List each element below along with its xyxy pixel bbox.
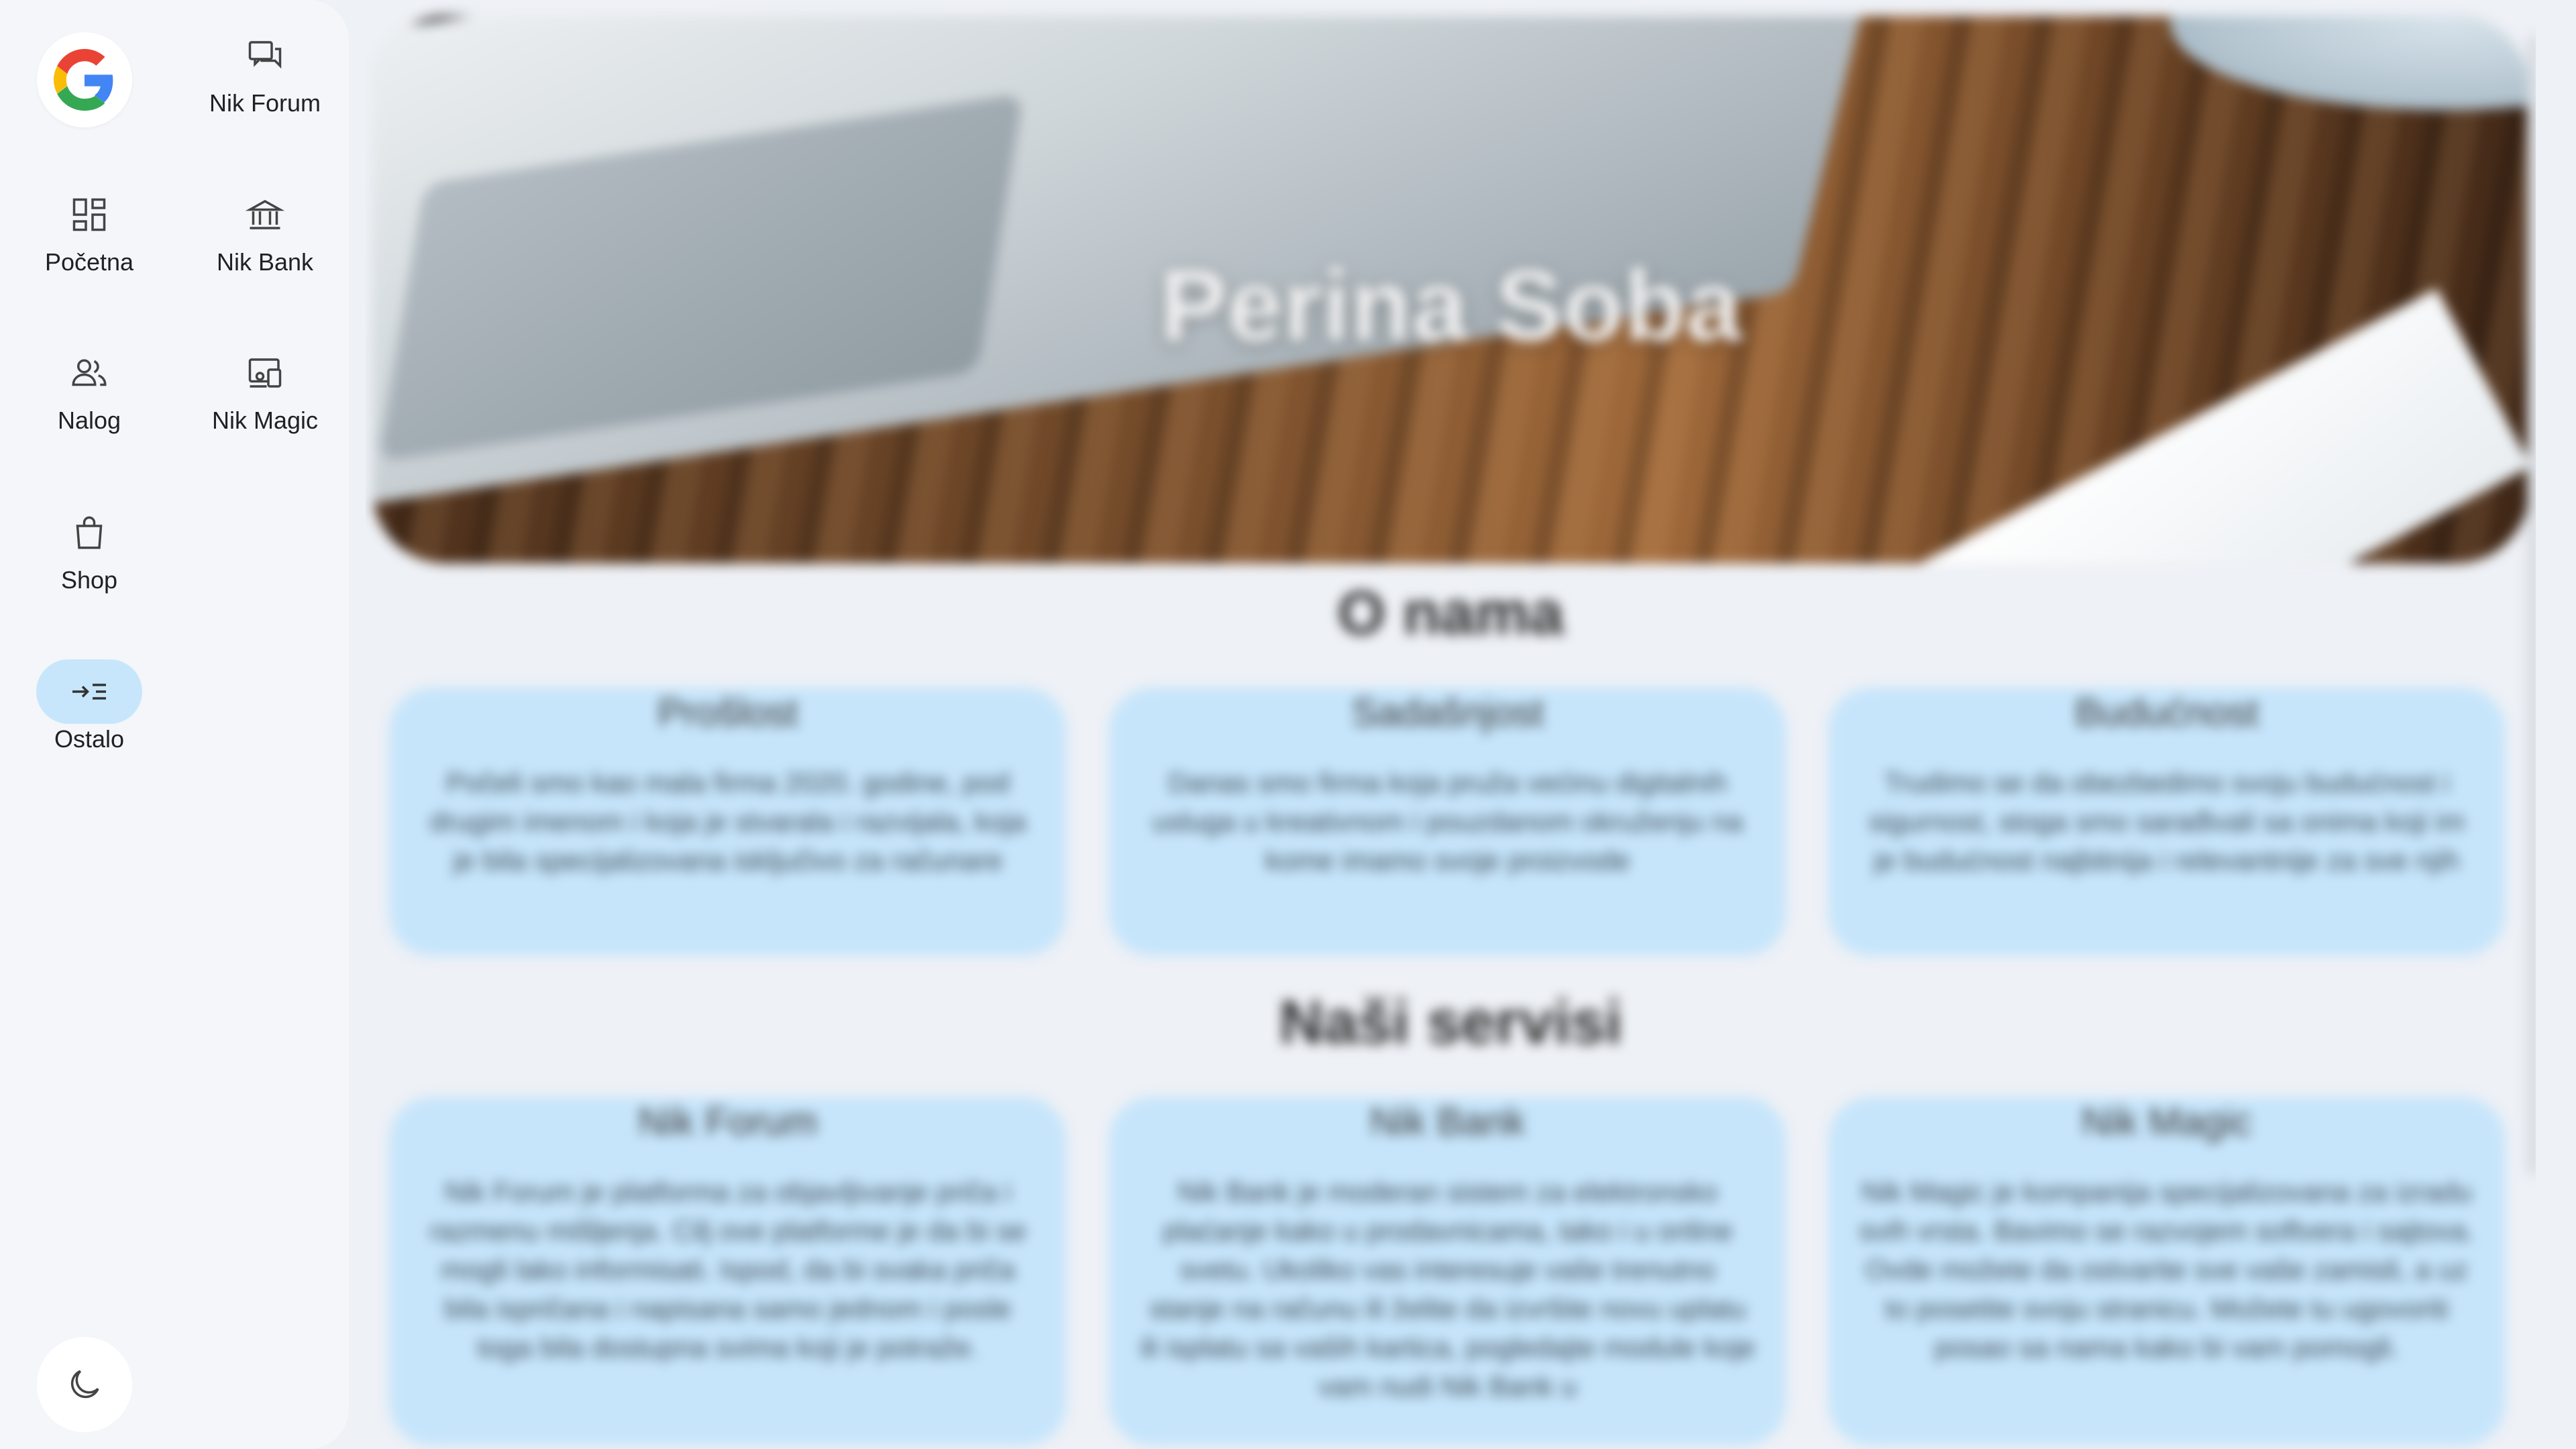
devices-icon [248,358,282,388]
card-title: Nik Bank [1369,1100,1526,1144]
bank-icon [245,199,285,229]
icon-container [36,500,142,565]
sidebar-item-label: Početna [44,248,134,276]
about-card-proslost: Prošlost Počeli smo kao mala firma 2020.… [389,688,1067,956]
blurred-page: Perina Soba O nama Prošlost Počeli smo k… [366,0,2536,1449]
sidebar-item-nik-bank[interactable]: Nik Bank [191,182,339,276]
icon-container [212,182,318,247]
card-text: Trudimo se da obezbedimo svoju budućnost… [1868,767,2465,876]
card-text: Nik Forum je platforma za objavljivanje … [429,1176,1026,1363]
hero-banner: Perina Soba [372,16,2529,564]
account-icon [72,359,107,386]
service-card-nik-bank[interactable]: Nik Bank Nik Bank je moderan sistem za e… [1109,1097,1786,1446]
about-card-sadasnjost: Sadašnjost Danas smo firma koja pruža ve… [1109,688,1786,956]
icon-container [36,341,142,405]
sidebar-item-label: Ostalo [54,725,125,753]
about-section-title: O nama [1337,579,1564,647]
shopping-bag-icon [76,516,103,549]
dark-mode-moon-icon [70,1370,99,1399]
card-title: Nik Magic [2081,1100,2253,1144]
icon-container [212,341,318,405]
theme-toggle-button[interactable] [37,1337,132,1432]
sidebar-item-label: Nalog [57,407,121,434]
sidebar-item-nik-forum[interactable]: Nik Forum [191,23,339,117]
hero-title: Perina Soba [1160,249,1741,362]
sidebar-item-pocetna[interactable]: Početna [15,182,163,276]
icon-container [36,182,142,247]
card-text: Nik Magic je kompanija specijalizovana z… [1859,1176,2475,1363]
sidebar-nav: Nik Forum Početna Nik Bank Nalog Nik Mag… [0,0,349,1449]
sidebar-item-label: Nik Bank [216,248,314,276]
card-title: Prošlost [657,691,798,735]
dashboard-icon [72,198,106,231]
icon-container [212,23,318,88]
card-title: Nik Forum [638,1100,818,1144]
page-scrollbar[interactable] [2527,35,2536,1175]
card-text: Danas smo firma koja pruža većinu digita… [1152,767,1743,876]
service-card-nik-forum[interactable]: Nik Forum Nik Forum je platforma za obja… [389,1097,1067,1446]
card-text: Počeli smo kao mala firma 2020. godine, … [429,767,1026,876]
google-g-icon [54,49,113,111]
about-card-buducnost: Budućnost Trudimo se da obezbedimo svoju… [1828,688,2506,956]
icon-container [36,659,142,724]
sidebar-item-label: Nik Magic [211,407,319,434]
sidebar-item-ostalo[interactable]: Ostalo [15,659,163,753]
card-text: Nik Bank je moderan sistem za elektronsk… [1140,1176,1756,1402]
sidebar-item-nalog[interactable]: Nalog [15,341,163,435]
sidebar-item-label: Nik Forum [209,89,321,117]
forum-icon [248,41,282,69]
service-card-nik-magic[interactable]: Nik Magic Nik Magic je kompanija specija… [1828,1097,2506,1446]
google-logo[interactable] [37,32,132,127]
main-content: Perina Soba O nama Prošlost Počeli smo k… [366,0,2536,1449]
sidebar-item-label: Shop [60,566,118,594]
sidebar-item-shop[interactable]: Shop [15,500,163,594]
sidebar-item-nik-magic[interactable]: Nik Magic [191,341,339,435]
card-title: Sadašnjost [1351,691,1544,735]
card-title: Budućnost [2074,691,2259,735]
menu-open-icon [72,684,106,700]
services-section-title: Naši servisi [1279,988,1623,1057]
